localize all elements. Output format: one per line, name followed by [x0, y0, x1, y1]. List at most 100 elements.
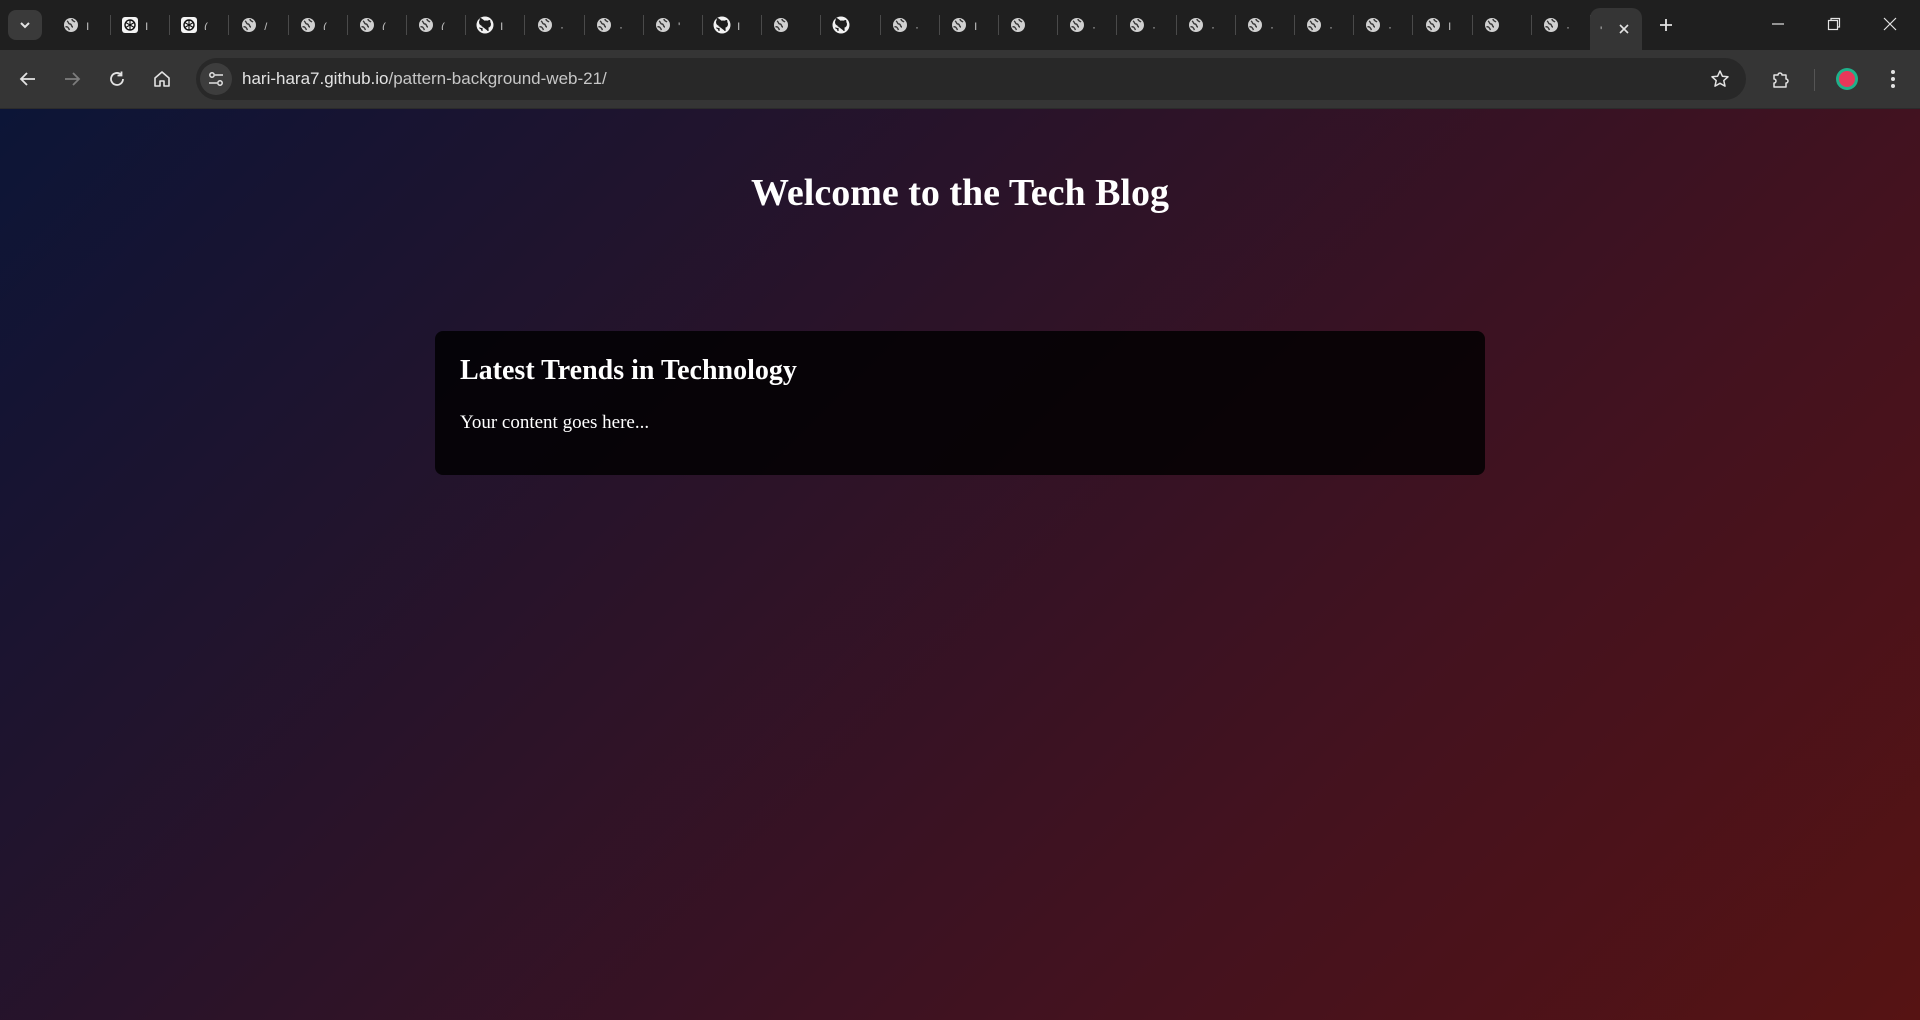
arrow-left-icon	[19, 72, 35, 86]
tab[interactable]: '	[644, 8, 703, 42]
globe-icon	[891, 16, 909, 34]
globe-icon	[595, 16, 613, 34]
plus-icon	[1660, 19, 1672, 31]
tab[interactable]: I	[1414, 8, 1473, 42]
restore-button[interactable]	[1806, 0, 1862, 48]
tab[interactable]: ·	[1354, 8, 1413, 42]
tab-title	[796, 20, 800, 30]
tab[interactable]	[999, 8, 1058, 42]
close-icon	[1883, 17, 1897, 31]
bookmark-button[interactable]	[1708, 67, 1732, 91]
tab[interactable]: ·	[526, 8, 585, 42]
tab-title	[1507, 20, 1511, 30]
tab[interactable]: (	[170, 8, 229, 42]
tab-title: I	[145, 20, 149, 30]
globe-icon	[950, 16, 968, 34]
globe-icon	[1187, 16, 1205, 34]
puzzle-icon	[1773, 72, 1789, 88]
tab-title: I	[737, 20, 741, 30]
url-host: hari-hara7.github.io	[242, 69, 389, 88]
tab[interactable]: I	[52, 8, 111, 42]
globe-icon	[1364, 16, 1382, 34]
tab[interactable]: I	[466, 8, 525, 42]
tab[interactable]: I	[111, 8, 170, 42]
forward-button[interactable]	[56, 63, 88, 95]
tab[interactable]: ·	[585, 8, 644, 42]
tab-title: I	[974, 20, 978, 30]
tab[interactable]: ·	[1532, 8, 1591, 42]
address-bar[interactable]: hari-hara7.github.io/pattern-background-…	[196, 58, 1746, 100]
kebab-menu-icon	[1891, 70, 1895, 88]
new-tab-button[interactable]	[1652, 11, 1680, 39]
tab[interactable]: (	[407, 8, 466, 42]
tab[interactable]: ·	[1236, 8, 1295, 42]
globe-icon	[536, 16, 554, 34]
tab-separator	[1116, 15, 1117, 35]
globe-icon	[1128, 16, 1146, 34]
tab[interactable]: I	[940, 8, 999, 42]
restore-icon	[1827, 17, 1841, 31]
reload-icon	[110, 71, 124, 86]
tab[interactable]: (	[348, 8, 407, 42]
close-window-button[interactable]	[1862, 0, 1918, 48]
tab[interactable]: ·	[1177, 8, 1236, 42]
tab[interactable]	[762, 8, 821, 42]
avatar	[1836, 68, 1858, 90]
tab[interactable]: ·	[1295, 8, 1354, 42]
tab[interactable]	[1473, 8, 1532, 42]
home-button[interactable]	[146, 63, 178, 95]
tab[interactable]: ·	[1058, 8, 1117, 42]
tab-title	[856, 20, 860, 30]
minimize-button[interactable]	[1750, 0, 1806, 48]
tab[interactable]	[822, 8, 881, 42]
globe-icon	[1246, 16, 1264, 34]
globe-icon	[1305, 16, 1323, 34]
star-icon	[1711, 70, 1729, 87]
menu-button[interactable]	[1877, 63, 1909, 95]
tab-title: ·	[1211, 20, 1215, 30]
github-icon	[832, 16, 850, 34]
tab-separator	[1412, 15, 1413, 35]
tab-title: ·	[1152, 20, 1156, 30]
globe-icon	[654, 16, 672, 34]
globe-icon	[299, 16, 317, 34]
arrow-right-icon	[65, 72, 81, 86]
tab-close-button[interactable]	[1614, 19, 1634, 39]
tab[interactable]: (	[289, 8, 348, 42]
site-info-button[interactable]	[200, 63, 232, 95]
url-text[interactable]: hari-hara7.github.io/pattern-background-…	[242, 69, 607, 89]
tab[interactable]: ·	[1118, 8, 1177, 42]
globe-icon	[772, 16, 790, 34]
tab-title: ·	[1566, 20, 1570, 30]
globe-icon	[1068, 16, 1086, 34]
tab-active[interactable]: '	[1590, 8, 1642, 50]
tab-title: I	[1448, 20, 1452, 30]
tab-title: I	[86, 20, 90, 30]
tab-title: (	[382, 20, 386, 30]
tab-title: '	[678, 20, 681, 30]
chatgpt-icon	[180, 16, 198, 34]
tab-title: (	[204, 20, 208, 30]
tab-title: I	[500, 20, 504, 30]
globe-icon	[358, 16, 376, 34]
tab-separator	[228, 15, 229, 35]
tab-title: ·	[1270, 20, 1274, 30]
tab-title: (	[441, 20, 445, 30]
globe-icon	[417, 16, 435, 34]
globe-icon	[1424, 16, 1442, 34]
tab[interactable]: ·	[881, 8, 940, 42]
globe-icon	[1542, 16, 1560, 34]
close-icon	[1619, 24, 1629, 34]
globe-icon	[1483, 16, 1501, 34]
tab-search-button[interactable]	[8, 10, 42, 40]
reload-button[interactable]	[101, 63, 133, 95]
tab[interactable]: I	[703, 8, 762, 42]
tab-title: ·	[915, 20, 919, 30]
extensions-button[interactable]	[1765, 63, 1797, 95]
browser-toolbar: hari-hara7.github.io/pattern-background-…	[0, 50, 1920, 109]
content-card: Latest Trends in Technology Your content…	[435, 331, 1485, 475]
profile-button[interactable]	[1831, 63, 1863, 95]
tab[interactable]: /	[230, 8, 289, 42]
github-icon	[476, 16, 494, 34]
back-button[interactable]	[12, 63, 44, 95]
